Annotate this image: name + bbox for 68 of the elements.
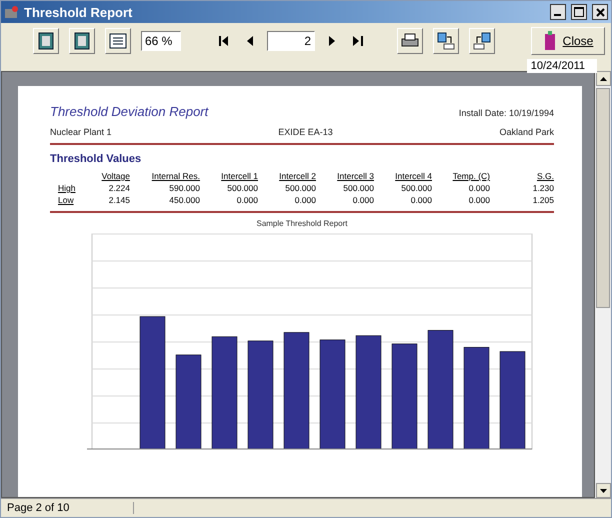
app-icon <box>4 5 20 19</box>
scrollbar-thumb[interactable] <box>596 88 610 308</box>
export-button[interactable] <box>433 28 459 54</box>
location-name: Oakland Park <box>499 127 554 137</box>
battery-model: EXIDE EA-13 <box>278 127 333 137</box>
scroll-up-button[interactable] <box>596 71 610 86</box>
table-cell-text: 0.000 <box>352 195 374 205</box>
table-cell-text: 2.224 <box>108 183 130 193</box>
table-cell-text: 500.000 <box>226 183 258 193</box>
status-text: Page 2 of 10 <box>1 502 134 514</box>
row-label: High <box>57 183 76 193</box>
column-header: S.G. <box>536 171 554 181</box>
scroll-down-button[interactable] <box>596 483 610 498</box>
section-title: Threshold Values <box>50 153 142 165</box>
column-header: Internal Res. <box>150 171 200 181</box>
table-cell-text: 0.000 <box>468 195 490 205</box>
next-icon <box>329 36 335 46</box>
table-cell-text: 0.000 <box>294 195 316 205</box>
zoom-field[interactable]: 66 % <box>141 31 181 51</box>
install-date: Install Date: 10/19/1994 <box>458 108 554 118</box>
page-field[interactable]: 2 <box>267 31 315 51</box>
table-cell-text: 0.000 <box>236 195 258 205</box>
down-arrow-icon <box>600 488 606 492</box>
window-title: Threshold Report <box>24 4 134 20</box>
page-icon <box>38 32 54 50</box>
page-icon <box>74 32 90 50</box>
table-cell-text: 500.000 <box>400 183 432 193</box>
chart-title: Sample Threshold Report <box>255 219 348 228</box>
table-cell-text: 590.000 <box>168 183 200 193</box>
import-icon <box>473 32 491 50</box>
column-header: Intercell 2 <box>278 171 316 181</box>
list-icon <box>109 33 127 49</box>
maximize-icon <box>574 7 584 17</box>
column-header: Intercell 4 <box>394 171 432 181</box>
printer-icon <box>401 33 419 49</box>
report-title: Threshold Deviation Report <box>50 104 208 119</box>
column-header: Intercell 3 <box>336 171 374 181</box>
column-header: Voltage <box>100 171 130 181</box>
date-label: 10/24/2011 <box>526 59 597 73</box>
last-page-icon <box>353 36 363 46</box>
plant-name: Nuclear Plant 1 <box>50 127 112 137</box>
minimize-button[interactable] <box>550 4 566 20</box>
close-report-button[interactable]: Close <box>531 27 605 55</box>
list-view-button[interactable] <box>105 28 131 54</box>
table-cell-text: 0.000 <box>468 183 490 193</box>
first-page-icon <box>219 36 229 46</box>
two-page-button[interactable] <box>69 28 95 54</box>
column-header: Intercell 1 <box>220 171 258 181</box>
close-button[interactable] <box>592 4 608 20</box>
previous-icon <box>247 36 253 46</box>
table-cell-text: 500.000 <box>342 183 374 193</box>
table-cell-text: 2.145 <box>108 195 130 205</box>
door-icon <box>542 31 557 51</box>
export-icon <box>437 32 455 50</box>
table-cell-text: 1.230 <box>532 183 554 193</box>
table-cell-text: 500.000 <box>284 183 316 193</box>
table-cell-text: 1.205 <box>532 195 554 205</box>
one-page-button[interactable] <box>33 28 59 54</box>
table-cell-text: 450.000 <box>168 195 200 205</box>
print-button[interactable] <box>397 28 423 54</box>
import-button[interactable] <box>469 28 495 54</box>
column-header: Temp. (C) <box>452 171 490 181</box>
table-cell-text: 0.000 <box>410 195 432 205</box>
maximize-button[interactable] <box>571 4 587 20</box>
row-label: Low <box>57 195 75 205</box>
vertical-scrollbar[interactable] <box>595 71 611 498</box>
close-icon <box>596 8 604 16</box>
up-arrow-icon <box>600 76 606 80</box>
